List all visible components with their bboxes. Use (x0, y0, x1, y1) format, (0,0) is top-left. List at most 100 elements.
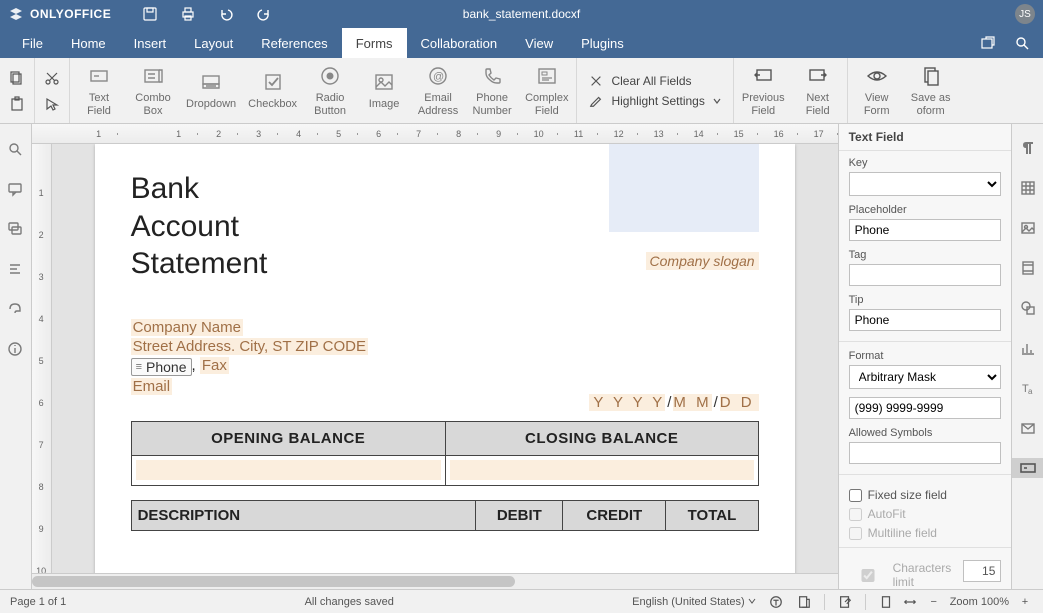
mask-input[interactable] (849, 397, 1002, 419)
dropdown-button[interactable]: Dropdown (186, 70, 236, 110)
image-settings-icon[interactable] (1018, 218, 1038, 238)
undo-icon[interactable] (217, 5, 235, 23)
image-placeholder-field[interactable] (609, 144, 759, 232)
copy-icon[interactable] (8, 69, 26, 87)
work-area: 11234567891011121314151617 1234567891011… (0, 124, 1043, 589)
company-name-field[interactable]: Company Name (131, 319, 243, 336)
vertical-ruler[interactable]: 1234567891011 (32, 144, 52, 573)
user-avatar[interactable]: JS (1015, 4, 1035, 24)
horizontal-ruler[interactable]: 11234567891011121314151617 (32, 124, 838, 144)
zoom-in-icon[interactable]: + (1017, 594, 1033, 610)
page-viewport[interactable]: Company slogan Bank Account Statement Co… (52, 144, 838, 573)
find-icon[interactable] (6, 140, 24, 158)
tab-layout[interactable]: Layout (180, 28, 247, 58)
autofit-checkbox: AutoFit (849, 507, 1002, 521)
form-settings-icon[interactable] (1012, 458, 1043, 478)
placeholder-input[interactable] (849, 219, 1002, 241)
characters-limit-row: Characters limit (849, 560, 1002, 589)
email-address-button[interactable]: @Email Address (417, 64, 459, 116)
about-icon[interactable] (6, 340, 24, 358)
total-col-header: TOTAL (666, 500, 758, 530)
allowed-symbols-input[interactable] (849, 442, 1002, 464)
brand-label: ONLYOFFICE (30, 7, 111, 21)
tab-plugins[interactable]: Plugins (567, 28, 638, 58)
open-location-icon[interactable] (979, 34, 997, 52)
tab-view[interactable]: View (511, 28, 567, 58)
redo-icon[interactable] (255, 5, 273, 23)
tracking-icon[interactable] (796, 594, 812, 610)
tab-collaboration[interactable]: Collaboration (407, 28, 512, 58)
feedback-icon[interactable] (6, 300, 24, 318)
tab-forms[interactable]: Forms (342, 28, 407, 58)
tip-label: Tip (849, 294, 1002, 306)
zoom-level[interactable]: Zoom 100% (950, 596, 1009, 608)
page-indicator[interactable]: Page 1 of 1 (10, 596, 66, 608)
comments-icon[interactable] (6, 180, 24, 198)
date-field[interactable]: Y Y Y Y/M M/D D (589, 394, 758, 411)
select-icon[interactable] (43, 95, 61, 113)
tab-insert[interactable]: Insert (120, 28, 181, 58)
tag-input[interactable] (849, 264, 1002, 286)
save-icon[interactable] (141, 5, 159, 23)
tab-file[interactable]: File (8, 28, 57, 58)
combo-box-button[interactable]: Combo Box (132, 64, 174, 116)
next-field-button[interactable]: Next Field (797, 64, 839, 116)
horizontal-scrollbar[interactable] (32, 573, 838, 589)
checkbox-button[interactable]: Checkbox (248, 70, 297, 110)
paragraph-settings-icon[interactable] (1018, 138, 1038, 158)
chat-icon[interactable] (6, 220, 24, 238)
chart-settings-icon[interactable] (1018, 338, 1038, 358)
image-button[interactable]: Image (363, 70, 405, 110)
characters-limit-input[interactable] (963, 560, 1001, 582)
document-page[interactable]: Company slogan Bank Account Statement Co… (95, 144, 795, 573)
tab-references[interactable]: References (247, 28, 341, 58)
opening-balance-field[interactable] (136, 460, 441, 480)
key-input[interactable] (849, 172, 1002, 196)
highlight-settings-button[interactable]: Highlight Settings (589, 94, 720, 108)
balance-table: OPENING BALANCE CLOSING BALANCE (131, 421, 759, 486)
radio-button-button[interactable]: Radio Button (309, 64, 351, 116)
phone-field[interactable]: Phone (131, 358, 192, 376)
phone-number-button[interactable]: Phone Number (471, 64, 513, 116)
cut-icon[interactable] (43, 69, 61, 87)
image-icon (372, 70, 396, 94)
zoom-out-icon[interactable]: − (926, 594, 942, 610)
save-oform-icon (919, 64, 943, 88)
shape-settings-icon[interactable] (1018, 298, 1038, 318)
status-bar: Page 1 of 1 All changes saved English (U… (0, 589, 1043, 613)
fit-width-icon[interactable] (902, 594, 918, 610)
fixed-size-checkbox[interactable]: Fixed size field (849, 488, 1002, 502)
complex-field-button[interactable]: Complex Field (525, 64, 568, 116)
paste-icon[interactable] (8, 95, 26, 113)
prev-field-icon (751, 64, 775, 88)
previous-field-button[interactable]: Previous Field (742, 64, 785, 116)
language-selector[interactable]: English (United States) (632, 596, 756, 608)
debit-col-header: DEBIT (476, 500, 563, 530)
mail-merge-icon[interactable] (1018, 418, 1038, 438)
address-field[interactable]: Street Address. City, ST ZIP CODE (131, 338, 368, 355)
header-footer-icon[interactable] (1018, 258, 1038, 278)
table-settings-icon[interactable] (1018, 178, 1038, 198)
format-select[interactable]: Arbitrary Mask (849, 365, 1002, 389)
search-icon[interactable] (1013, 34, 1031, 52)
spellcheck-icon[interactable] (768, 594, 784, 610)
closing-balance-field[interactable] (450, 460, 754, 480)
next-field-icon (806, 64, 830, 88)
view-form-button[interactable]: View Form (856, 64, 898, 116)
fax-field[interactable]: Fax (200, 357, 229, 374)
highlight-label: Highlight Settings (611, 94, 704, 108)
save-as-oform-button[interactable]: Save as oform (910, 64, 952, 116)
credit-col-header: CREDIT (563, 500, 666, 530)
doc-edit-icon[interactable] (837, 594, 853, 610)
brand-icon (8, 6, 24, 22)
text-art-icon[interactable]: Ta (1018, 378, 1038, 398)
tab-home[interactable]: Home (57, 28, 120, 58)
print-icon[interactable] (179, 5, 197, 23)
fit-page-icon[interactable] (878, 594, 894, 610)
headings-icon[interactable] (6, 260, 24, 278)
clear-all-fields-button[interactable]: Clear All Fields (589, 74, 720, 88)
slogan-field[interactable]: Company slogan (646, 252, 759, 270)
text-field-button[interactable]: Text Field (78, 64, 120, 116)
tip-input[interactable] (849, 309, 1002, 331)
email-field[interactable]: Email (131, 378, 173, 395)
